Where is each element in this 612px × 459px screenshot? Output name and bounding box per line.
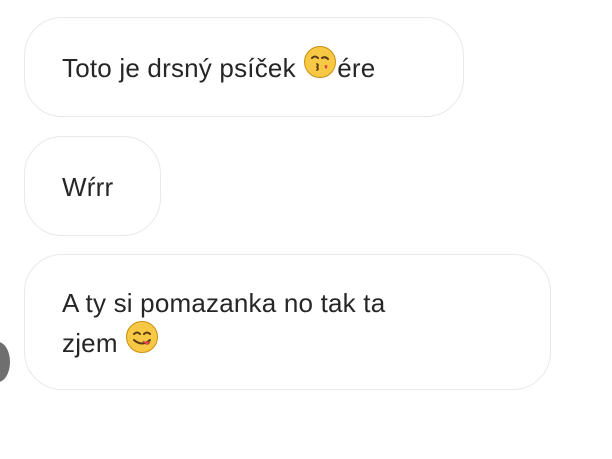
message-text-line: zjem — [62, 328, 126, 358]
message-text-line: A ty si pomazanka no tak ta — [62, 288, 386, 318]
message-bubble[interactable]: Wŕrr — [24, 136, 161, 236]
message-bubble[interactable]: A ty si pomazanka no tak ta zjem — [24, 254, 551, 390]
message-bubble[interactable]: Toto je drsný psíček ére — [24, 17, 464, 117]
face-blowing-kiss-icon — [303, 45, 337, 90]
avatar[interactable] — [0, 342, 10, 382]
face-savoring-food-icon — [125, 320, 159, 365]
message-text: Wŕrr — [62, 172, 114, 202]
chat-thread: Toto je drsný psíček ére Wŕrr A ty si po… — [0, 0, 612, 459]
message-text: Toto je drsný psíček — [62, 53, 304, 83]
message-text-tail: ére — [337, 53, 376, 83]
